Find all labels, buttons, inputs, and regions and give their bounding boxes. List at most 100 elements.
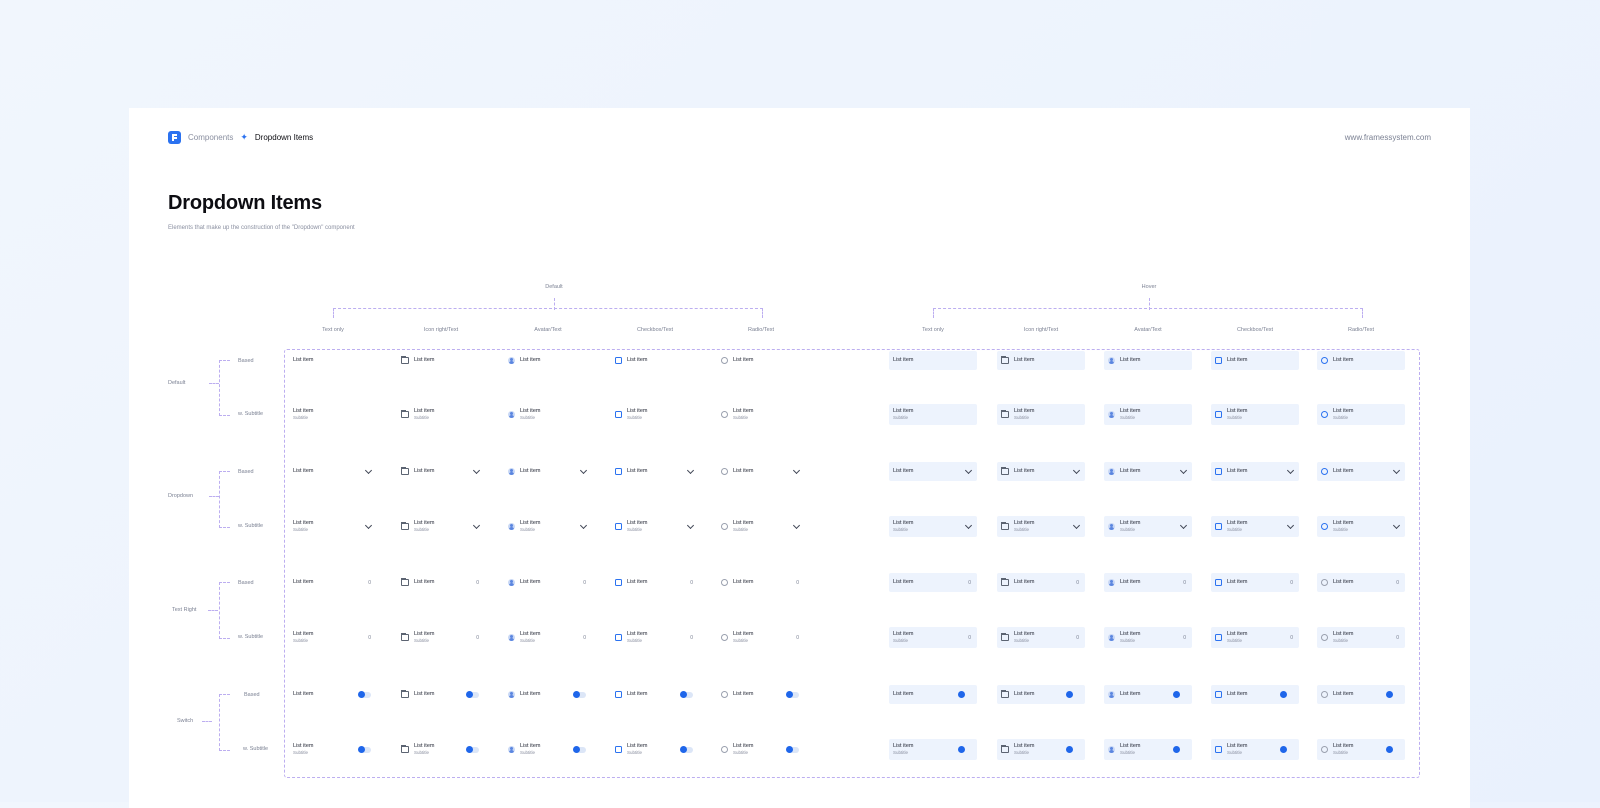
dropdown-list-item[interactable]: List item 0 — [1211, 573, 1299, 592]
dropdown-list-item[interactable]: List item Subtitle 0 — [1104, 627, 1192, 648]
dropdown-list-item[interactable]: List item Subtitle 0 — [397, 627, 485, 648]
dropdown-list-item[interactable]: List item — [611, 462, 699, 481]
radio-icon[interactable] — [721, 579, 728, 586]
chevron-down-icon[interactable] — [364, 521, 373, 530]
dropdown-list-item[interactable]: List item — [504, 351, 592, 370]
radio-icon[interactable] — [721, 468, 728, 475]
dropdown-list-item[interactable]: List item Subtitle — [717, 739, 805, 760]
dropdown-list-item[interactable]: List item — [1317, 351, 1405, 370]
dropdown-list-item[interactable]: List item 0 — [889, 573, 977, 592]
chevron-down-icon[interactable] — [792, 521, 801, 530]
toggle-switch[interactable] — [358, 691, 371, 698]
checkbox-icon[interactable] — [615, 411, 622, 418]
toggle-switch[interactable] — [1173, 691, 1186, 698]
checkbox-icon[interactable] — [615, 691, 622, 698]
dropdown-list-item[interactable]: List item — [504, 685, 592, 704]
toggle-switch[interactable] — [573, 746, 586, 753]
dropdown-list-item[interactable]: List item Subtitle — [1104, 516, 1192, 537]
chevron-down-icon[interactable] — [1072, 466, 1081, 475]
dropdown-list-item[interactable]: List item Subtitle — [1317, 516, 1405, 537]
dropdown-list-item[interactable]: List item — [1211, 685, 1299, 704]
toggle-switch[interactable] — [358, 746, 371, 753]
dropdown-list-item[interactable]: List item Subtitle — [889, 516, 977, 537]
chevron-down-icon[interactable] — [1286, 466, 1295, 475]
checkbox-icon[interactable] — [1215, 411, 1222, 418]
dropdown-list-item[interactable]: List item Subtitle — [997, 516, 1085, 537]
dropdown-list-item[interactable]: List item — [717, 351, 805, 370]
dropdown-list-item[interactable]: List item — [1317, 462, 1405, 481]
checkbox-icon[interactable] — [615, 523, 622, 530]
checkbox-icon[interactable] — [615, 746, 622, 753]
dropdown-list-item[interactable]: List item — [289, 351, 377, 370]
chevron-down-icon[interactable] — [1392, 521, 1401, 530]
breadcrumb-parent-link[interactable]: Components — [188, 133, 233, 142]
dropdown-list-item[interactable]: List item Subtitle — [1317, 739, 1405, 760]
dropdown-list-item[interactable]: List item Subtitle — [889, 739, 977, 760]
dropdown-list-item[interactable]: List item Subtitle — [1211, 516, 1299, 537]
radio-icon[interactable] — [721, 634, 728, 641]
checkbox-icon[interactable] — [615, 579, 622, 586]
dropdown-list-item[interactable]: List item — [611, 685, 699, 704]
checkbox-icon[interactable] — [1215, 523, 1222, 530]
chevron-down-icon[interactable] — [1179, 466, 1188, 475]
dropdown-list-item[interactable]: List item — [1317, 685, 1405, 704]
dropdown-list-item[interactable]: List item — [289, 462, 377, 481]
dropdown-list-item[interactable]: List item Subtitle — [504, 739, 592, 760]
checkbox-icon[interactable] — [1215, 579, 1222, 586]
dropdown-list-item[interactable]: List item Subtitle — [1211, 739, 1299, 760]
toggle-switch[interactable] — [786, 746, 799, 753]
dropdown-list-item[interactable]: List item — [889, 351, 977, 370]
chevron-down-icon[interactable] — [472, 466, 481, 475]
dropdown-list-item[interactable]: List item Subtitle — [1211, 404, 1299, 425]
chevron-down-icon[interactable] — [792, 466, 801, 475]
toggle-switch[interactable] — [958, 691, 971, 698]
chevron-down-icon[interactable] — [472, 521, 481, 530]
dropdown-list-item[interactable]: List item — [717, 462, 805, 481]
dropdown-list-item[interactable]: List item 0 — [717, 573, 805, 592]
checkbox-icon[interactable] — [1215, 634, 1222, 641]
dropdown-list-item[interactable]: List item — [1211, 462, 1299, 481]
dropdown-list-item[interactable]: List item Subtitle — [397, 516, 485, 537]
dropdown-list-item[interactable]: List item Subtitle 0 — [997, 627, 1085, 648]
dropdown-list-item[interactable]: List item Subtitle 0 — [611, 627, 699, 648]
dropdown-list-item[interactable]: List item — [997, 462, 1085, 481]
checkbox-icon[interactable] — [1215, 357, 1222, 364]
dropdown-list-item[interactable]: List item — [997, 351, 1085, 370]
checkbox-icon[interactable] — [1215, 468, 1222, 475]
toggle-switch[interactable] — [1066, 746, 1079, 753]
toggle-switch[interactable] — [1173, 746, 1186, 753]
dropdown-list-item[interactable]: List item — [1211, 351, 1299, 370]
dropdown-list-item[interactable]: List item — [397, 462, 485, 481]
dropdown-list-item[interactable]: List item Subtitle 0 — [504, 627, 592, 648]
toggle-switch[interactable] — [680, 746, 693, 753]
dropdown-list-item[interactable]: List item 0 — [997, 573, 1085, 592]
dropdown-list-item[interactable]: List item Subtitle 0 — [889, 627, 977, 648]
chevron-down-icon[interactable] — [1179, 521, 1188, 530]
toggle-switch[interactable] — [1280, 746, 1293, 753]
dropdown-list-item[interactable]: List item — [611, 351, 699, 370]
radio-icon[interactable] — [1321, 691, 1328, 698]
dropdown-list-item[interactable]: List item — [397, 685, 485, 704]
dropdown-list-item[interactable]: List item — [289, 685, 377, 704]
dropdown-list-item[interactable]: List item Subtitle 0 — [289, 627, 377, 648]
dropdown-list-item[interactable]: List item — [889, 685, 977, 704]
toggle-switch[interactable] — [1386, 746, 1399, 753]
dropdown-list-item[interactable]: List item 0 — [504, 573, 592, 592]
toggle-switch[interactable] — [1280, 691, 1293, 698]
dropdown-list-item[interactable]: List item Subtitle — [289, 739, 377, 760]
radio-icon[interactable] — [721, 691, 728, 698]
dropdown-list-item[interactable]: List item Subtitle — [717, 516, 805, 537]
dropdown-list-item[interactable]: List item — [1104, 685, 1192, 704]
toggle-switch[interactable] — [573, 691, 586, 698]
dropdown-list-item[interactable]: List item — [889, 462, 977, 481]
chevron-down-icon[interactable] — [686, 466, 695, 475]
chevron-down-icon[interactable] — [364, 466, 373, 475]
dropdown-list-item[interactable]: List item — [1104, 351, 1192, 370]
chevron-down-icon[interactable] — [1286, 521, 1295, 530]
radio-icon[interactable] — [1321, 411, 1328, 418]
checkbox-icon[interactable] — [1215, 691, 1222, 698]
chevron-down-icon[interactable] — [579, 521, 588, 530]
dropdown-list-item[interactable]: List item Subtitle — [717, 404, 805, 425]
dropdown-list-item[interactable]: List item — [397, 351, 485, 370]
radio-icon[interactable] — [1321, 746, 1328, 753]
